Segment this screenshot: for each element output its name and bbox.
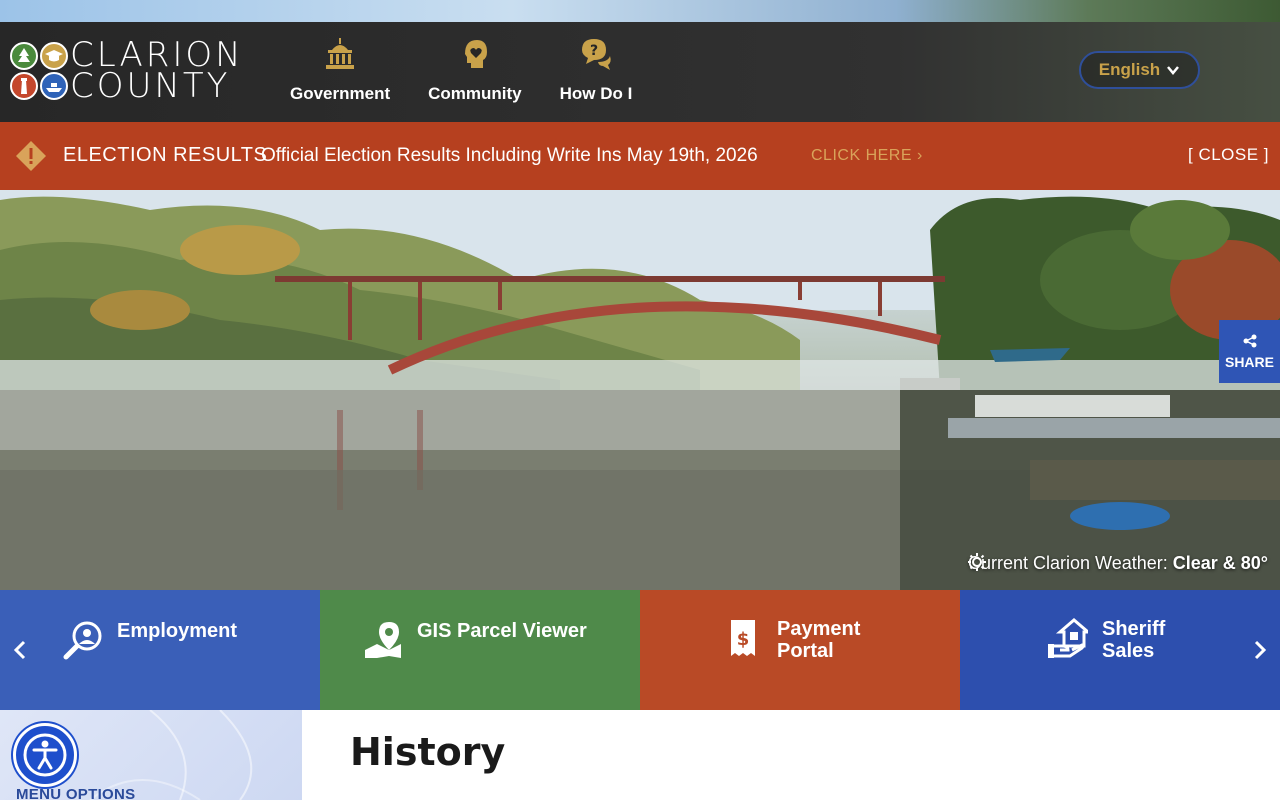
main-nav: Government Community ? How Do I [290, 36, 670, 116]
alert-click-here-link[interactable]: CLICK HERE › [811, 147, 923, 165]
warning-diamond-icon [16, 141, 46, 171]
quick-link-label: Sheriff Sales [1102, 618, 1166, 662]
svg-text:?: ? [590, 43, 598, 59]
quick-link-gis-parcel-viewer[interactable]: GIS Parcel Viewer [320, 590, 640, 710]
head-heart-icon [464, 40, 487, 68]
quick-link-content: Sheriff Sales [1048, 618, 1192, 662]
language-label: English [1098, 60, 1161, 79]
quick-link-label: Payment Portal [777, 618, 861, 662]
quick-link-content: Employment [63, 620, 257, 660]
map-pin-icon [365, 622, 401, 658]
capitol-building-icon [326, 38, 355, 69]
quick-links: Employment GIS Parcel Viewer $ Payment P… [0, 590, 1280, 710]
alert-close-button[interactable]: [ CLOSE ] [1188, 145, 1269, 165]
accessibility-person-icon [23, 733, 67, 777]
quick-link-content: GIS Parcel Viewer [363, 620, 597, 660]
carousel-next-arrow-icon[interactable] [1250, 638, 1270, 662]
share-icon [1243, 334, 1256, 347]
weather-readout: Current Clarion Weather: Clear & 80° [968, 553, 1268, 574]
share-button[interactable]: SHARE [1219, 320, 1280, 383]
menu-options-toggle[interactable]: MENU OPTIONS [16, 786, 135, 800]
graduation-cap-badge-icon [40, 42, 68, 70]
election-alert-bar: ELECTION RESULTS Official Election Resul… [0, 122, 1280, 190]
nav-item-how-do-i[interactable]: ? How Do I [559, 36, 633, 116]
nav-item-community[interactable]: Community [428, 36, 522, 116]
page-title: History [350, 730, 506, 774]
quick-link-content: $ Payment Portal [723, 618, 877, 662]
weather-value: Clear & 80° [1172, 553, 1268, 573]
person-search-icon [63, 621, 102, 660]
alert-title: ELECTION RESULTS [63, 144, 268, 166]
quick-link-employment[interactable]: Employment [0, 590, 320, 710]
hero-sky-strip [0, 0, 1280, 22]
language-select[interactable]: English [1079, 51, 1200, 89]
nav-item-government[interactable]: Government [290, 36, 390, 116]
site-header: CLARION COUNTY Government Community ? Ho… [0, 22, 1280, 122]
county-logo[interactable]: CLARION COUNTY [10, 38, 250, 106]
logo-line-2: COUNTY [70, 66, 231, 106]
quick-link-label: Employment [117, 620, 238, 642]
question-bubbles-icon: ? [582, 39, 611, 70]
tree-badge-icon [10, 42, 38, 70]
accessibility-button[interactable] [13, 723, 77, 787]
weather-prefix: Current Clarion Weather: [968, 553, 1173, 573]
nav-label-government: Government [290, 84, 391, 103]
quick-link-sheriff-sales[interactable]: Sheriff Sales [960, 590, 1280, 710]
chevron-down-icon [1167, 66, 1180, 75]
nav-label-community: Community [428, 84, 522, 103]
svg-text:$: $ [737, 629, 750, 650]
boat-badge-icon [40, 72, 68, 100]
hero-banner: Current Clarion Weather: Clear & 80° [0, 190, 1280, 590]
logo-badges [10, 40, 72, 102]
share-label: SHARE [1224, 353, 1274, 370]
sidebar: MENU OPTIONS [0, 710, 302, 800]
nav-label-how-do-i: How Do I [559, 84, 633, 103]
lighthouse-badge-icon [10, 72, 38, 100]
hero-landscape-image [0, 190, 1280, 590]
carousel-prev-arrow-icon[interactable] [10, 638, 30, 662]
sun-icon [968, 553, 986, 571]
alert-message: Official Election Results Including Writ… [261, 145, 758, 166]
quick-link-payment-portal[interactable]: $ Payment Portal [640, 590, 960, 710]
logo-wordmark: CLARION COUNTY [70, 38, 244, 106]
house-hand-icon [1048, 618, 1088, 658]
dollar-receipt-icon: $ [731, 620, 755, 656]
quick-link-label: GIS Parcel Viewer [417, 620, 587, 642]
main-content: History [302, 710, 1280, 800]
